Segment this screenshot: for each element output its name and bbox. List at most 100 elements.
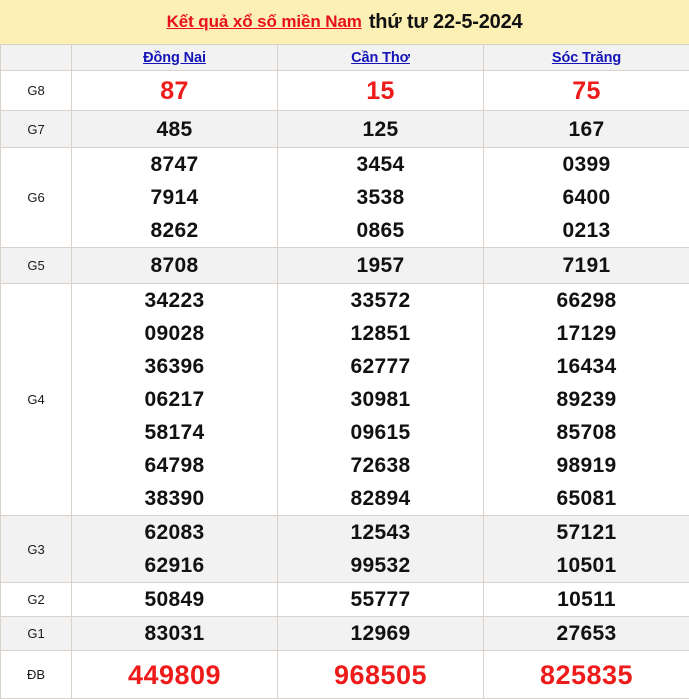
prize-number: 87 — [72, 74, 277, 108]
prize-number: 10501 — [484, 549, 689, 582]
prize-numbers-cell: 345435380865 — [278, 148, 484, 248]
prize-numbers-cell: 33572128516277730981096157263882894 — [278, 284, 484, 516]
province-header-cell: Đồng Nai — [72, 45, 278, 71]
prize-number: 16434 — [484, 350, 689, 383]
table-row: G6874779148262345435380865039964000213 — [1, 148, 689, 248]
prize-number: 62916 — [72, 549, 277, 582]
prize-label-cell: G2 — [1, 583, 72, 617]
prize-number: 34223 — [72, 284, 277, 317]
prize-numbers-cell: 039964000213 — [484, 148, 689, 248]
draw-date-text: thứ tư 22-5-2024 — [369, 11, 523, 34]
prize-numbers-cell: 125 — [278, 111, 484, 148]
prize-number: 65081 — [484, 482, 689, 515]
prize-number: 12969 — [278, 617, 483, 650]
prize-numbers-cell: 27653 — [484, 617, 689, 651]
prize-number: 167 — [484, 113, 689, 146]
prize-numbers-cell: 167 — [484, 111, 689, 148]
table-row: G8871575 — [1, 71, 689, 111]
prize-numbers-cell: 1254399532 — [278, 516, 484, 583]
prize-number: 89239 — [484, 383, 689, 416]
province-link-2[interactable]: Cần Thơ — [351, 50, 410, 66]
prize-label-cell: G7 — [1, 111, 72, 148]
prize-numbers-cell: 10511 — [484, 583, 689, 617]
prize-label-cell: G5 — [1, 248, 72, 284]
prize-label-cell: G4 — [1, 284, 72, 516]
province-link-1[interactable]: Đồng Nai — [143, 50, 206, 66]
prize-number: 33572 — [278, 284, 483, 317]
prize-number: 27653 — [484, 617, 689, 650]
prize-number: 12543 — [278, 516, 483, 549]
prize-number: 36396 — [72, 350, 277, 383]
province-link-3[interactable]: Sóc Trăng — [552, 50, 621, 66]
prize-number: 8262 — [72, 214, 277, 247]
prize-number: 0399 — [484, 148, 689, 181]
prize-number: 125 — [278, 113, 483, 146]
prize-number: 57121 — [484, 516, 689, 549]
prize-label-cell: G6 — [1, 148, 72, 248]
prize-number: 83031 — [72, 617, 277, 650]
prize-number: 62083 — [72, 516, 277, 549]
prize-numbers-cell: 8708 — [72, 248, 278, 284]
table-row: G434223090283639606217581746479838390335… — [1, 284, 689, 516]
prize-number: 12851 — [278, 317, 483, 350]
prize-number: 98919 — [484, 449, 689, 482]
prize-number: 968505 — [278, 656, 483, 694]
prize-numbers-cell: 55777 — [278, 583, 484, 617]
prize-number: 7191 — [484, 249, 689, 282]
table-row: G1830311296927653 — [1, 617, 689, 651]
prize-number: 09028 — [72, 317, 277, 350]
prize-number: 7914 — [72, 181, 277, 214]
prize-numbers-cell: 66298171291643489239857089891965081 — [484, 284, 689, 516]
prize-number: 62777 — [278, 350, 483, 383]
prize-number: 8747 — [72, 148, 277, 181]
province-header-cell: Cần Thơ — [278, 45, 484, 71]
prize-numbers-cell: 5712110501 — [484, 516, 689, 583]
prize-numbers-cell: 449809 — [72, 651, 278, 699]
lottery-results-table: Đồng NaiCần ThơSóc TrăngG8871575G7485125… — [0, 44, 689, 699]
prize-numbers-cell: 75 — [484, 71, 689, 111]
prize-numbers-cell: 7191 — [484, 248, 689, 284]
prize-number: 449809 — [72, 656, 277, 694]
prize-number: 30981 — [278, 383, 483, 416]
prize-number: 38390 — [72, 482, 277, 515]
prize-number: 825835 — [484, 656, 689, 694]
prize-number: 64798 — [72, 449, 277, 482]
table-corner-cell — [1, 45, 72, 71]
prize-number: 99532 — [278, 549, 483, 582]
prize-number: 8708 — [72, 249, 277, 282]
prize-number: 85708 — [484, 416, 689, 449]
prize-label-cell: G8 — [1, 71, 72, 111]
prize-numbers-cell: 83031 — [72, 617, 278, 651]
prize-numbers-cell: 34223090283639606217581746479838390 — [72, 284, 278, 516]
prize-number: 58174 — [72, 416, 277, 449]
lottery-region-link[interactable]: Kết quả xổ số miền Nam — [167, 12, 362, 32]
prize-label-cell: G1 — [1, 617, 72, 651]
prize-number: 55777 — [278, 583, 483, 616]
prize-number: 3538 — [278, 181, 483, 214]
prize-number: 0213 — [484, 214, 689, 247]
prize-numbers-cell: 15 — [278, 71, 484, 111]
prize-number: 485 — [72, 113, 277, 146]
prize-number: 66298 — [484, 284, 689, 317]
prize-numbers-cell: 12969 — [278, 617, 484, 651]
prize-number: 10511 — [484, 583, 689, 616]
province-header-cell: Sóc Trăng — [484, 45, 689, 71]
table-row: G7485125167 — [1, 111, 689, 148]
prize-number: 09615 — [278, 416, 483, 449]
table-row: G2508495577710511 — [1, 583, 689, 617]
prize-number: 0865 — [278, 214, 483, 247]
prize-number: 75 — [484, 74, 689, 108]
table-row: ĐB449809968505825835 — [1, 651, 689, 699]
prize-number: 82894 — [278, 482, 483, 515]
prize-number: 3454 — [278, 148, 483, 181]
table-header-row: Đồng Nai Cần Thơ Sóc Trăng — [1, 45, 689, 71]
prize-numbers-cell: 825835 — [484, 651, 689, 699]
prize-numbers-cell: 6208362916 — [72, 516, 278, 583]
prize-number: 72638 — [278, 449, 483, 482]
prize-number: 1957 — [278, 249, 483, 282]
table-row: G3620836291612543995325712110501 — [1, 516, 689, 583]
lottery-results-page: Kết quả xổ số miền Nam thứ tư 22-5-2024 … — [0, 0, 689, 697]
prize-numbers-cell: 1957 — [278, 248, 484, 284]
prize-numbers-cell: 968505 — [278, 651, 484, 699]
prize-number: 6400 — [484, 181, 689, 214]
